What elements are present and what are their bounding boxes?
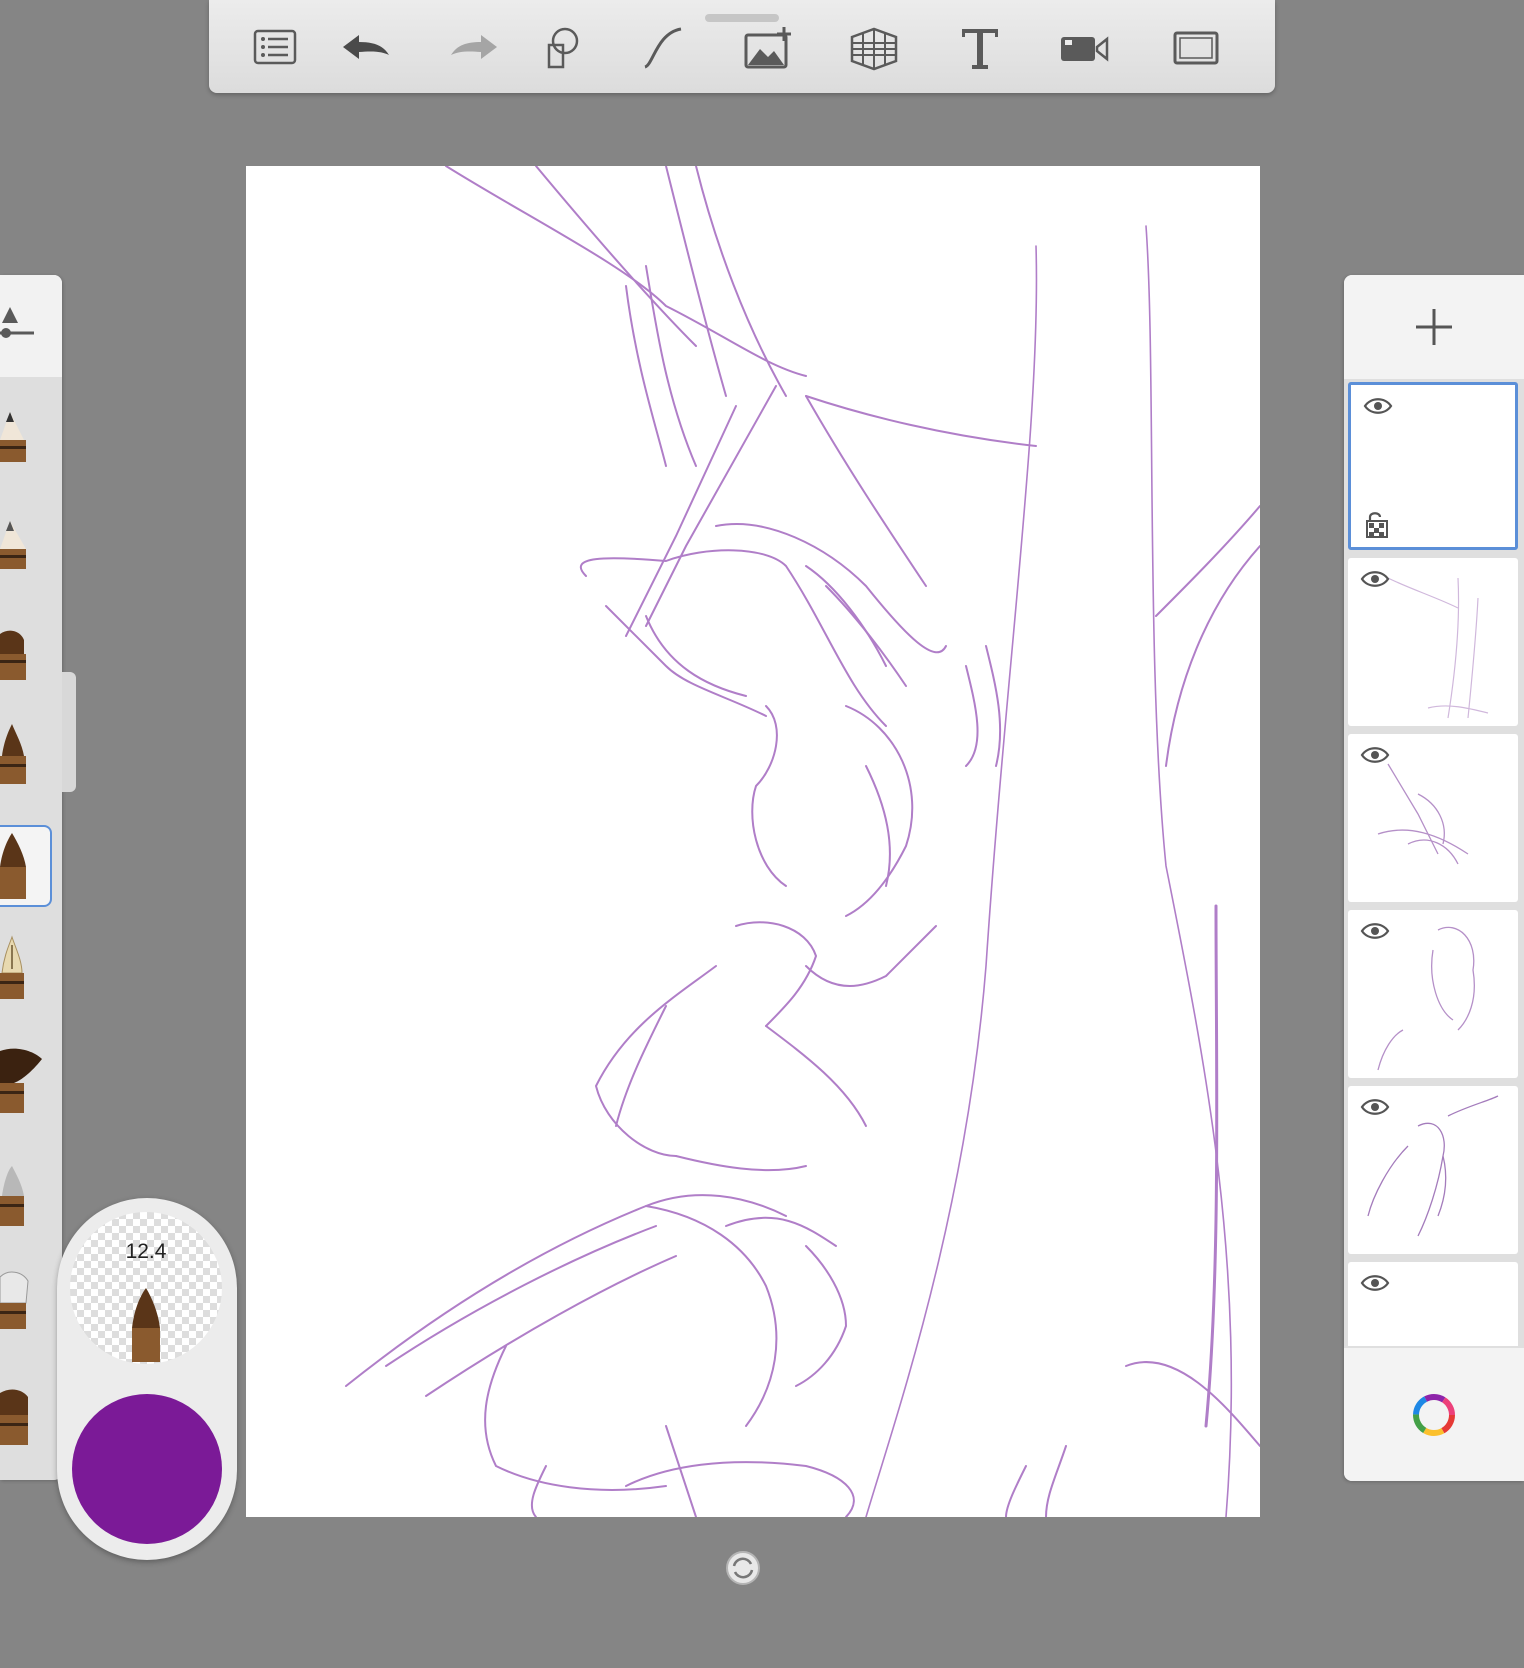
round-brush[interactable]	[0, 825, 52, 907]
add-image-button[interactable]	[738, 20, 798, 76]
selection-tool-icon	[547, 27, 579, 69]
flat-brush-icon	[0, 630, 26, 680]
brush-size-preview[interactable]: 12.4	[70, 1212, 222, 1364]
current-color-swatch[interactable]	[72, 1394, 222, 1544]
add-layer-button[interactable]	[1344, 275, 1524, 379]
curve-tool-icon	[644, 27, 682, 69]
airbrush-icon	[0, 1166, 24, 1226]
layers-panel	[1344, 275, 1524, 1481]
pencil-brush[interactable]	[0, 400, 52, 482]
add-image-icon	[744, 27, 791, 69]
smudge-brush[interactable]	[0, 1263, 52, 1345]
time-lapse-button[interactable]	[1055, 20, 1115, 76]
perspective-grid-icon	[850, 27, 898, 71]
brush-settings-header[interactable]	[0, 275, 62, 377]
pencil-brush-icon	[0, 412, 26, 462]
fan-brush[interactable]	[0, 1045, 52, 1127]
selection-tool-button[interactable]	[531, 20, 591, 76]
plus-icon	[1416, 309, 1452, 345]
round-brush-icon	[0, 833, 26, 899]
layer-5[interactable]	[1348, 1086, 1518, 1254]
curve-tool-button[interactable]	[633, 20, 693, 76]
layer-4[interactable]	[1348, 910, 1518, 1078]
top-toolbar	[209, 0, 1275, 93]
pencil-fine-brush-icon	[0, 521, 26, 569]
stamp-brush[interactable]	[0, 1375, 52, 1457]
layer-1[interactable]	[1348, 382, 1518, 550]
brush-puck[interactable]: 12.4	[57, 1198, 237, 1560]
transparency-lock-icon[interactable]	[1365, 509, 1389, 539]
eye-icon[interactable]	[1363, 395, 1393, 417]
eye-icon[interactable]	[1360, 1272, 1390, 1294]
text-tool-button[interactable]	[950, 20, 1010, 76]
fan-brush-icon	[0, 1048, 42, 1113]
time-lapse-camera-icon	[1061, 36, 1109, 62]
eye-icon[interactable]	[1360, 1096, 1390, 1118]
pointed-brush[interactable]	[0, 720, 52, 802]
redo-icon	[451, 35, 497, 59]
list-icon	[253, 29, 297, 65]
pencil-fine-brush[interactable]	[0, 505, 52, 587]
fullscreen-icon	[1173, 31, 1219, 65]
pointed-brush-icon	[0, 724, 26, 784]
layer-2[interactable]	[1348, 558, 1518, 726]
redo-button[interactable]	[445, 20, 505, 76]
ink-pen-brush[interactable]	[0, 935, 52, 1017]
airbrush[interactable]	[0, 1160, 52, 1242]
color-wheel-icon	[1413, 1393, 1455, 1436]
brush-panel-scroll-handle[interactable]	[62, 672, 76, 792]
smudge-brush-icon	[0, 1271, 29, 1329]
brush-library-panel	[0, 275, 62, 1480]
text-tool-icon	[962, 29, 998, 69]
eye-icon[interactable]	[1360, 744, 1390, 766]
color-palette-button[interactable]	[1344, 1348, 1524, 1481]
undo-button[interactable]	[335, 20, 395, 76]
rotate-canvas-icon[interactable]	[725, 1550, 761, 1586]
brush-settings-icon	[0, 307, 34, 338]
sketch-artwork	[345, 166, 1260, 1517]
round-brush-icon	[132, 1288, 160, 1362]
list-button[interactable]	[245, 20, 305, 76]
eye-icon[interactable]	[1360, 568, 1390, 590]
layer-6[interactable]	[1348, 1262, 1518, 1346]
brush-size-value: 12.4	[125, 1240, 167, 1263]
layer-3[interactable]	[1348, 734, 1518, 902]
ink-pen-brush-icon	[0, 935, 24, 999]
perspective-grid-button[interactable]	[844, 20, 904, 76]
eye-icon[interactable]	[1360, 920, 1390, 942]
fullscreen-button[interactable]	[1167, 20, 1227, 76]
undo-icon	[343, 35, 389, 59]
flat-brush[interactable]	[0, 620, 52, 702]
stamp-brush-icon	[0, 1389, 28, 1445]
drawing-canvas[interactable]	[246, 166, 1260, 1517]
